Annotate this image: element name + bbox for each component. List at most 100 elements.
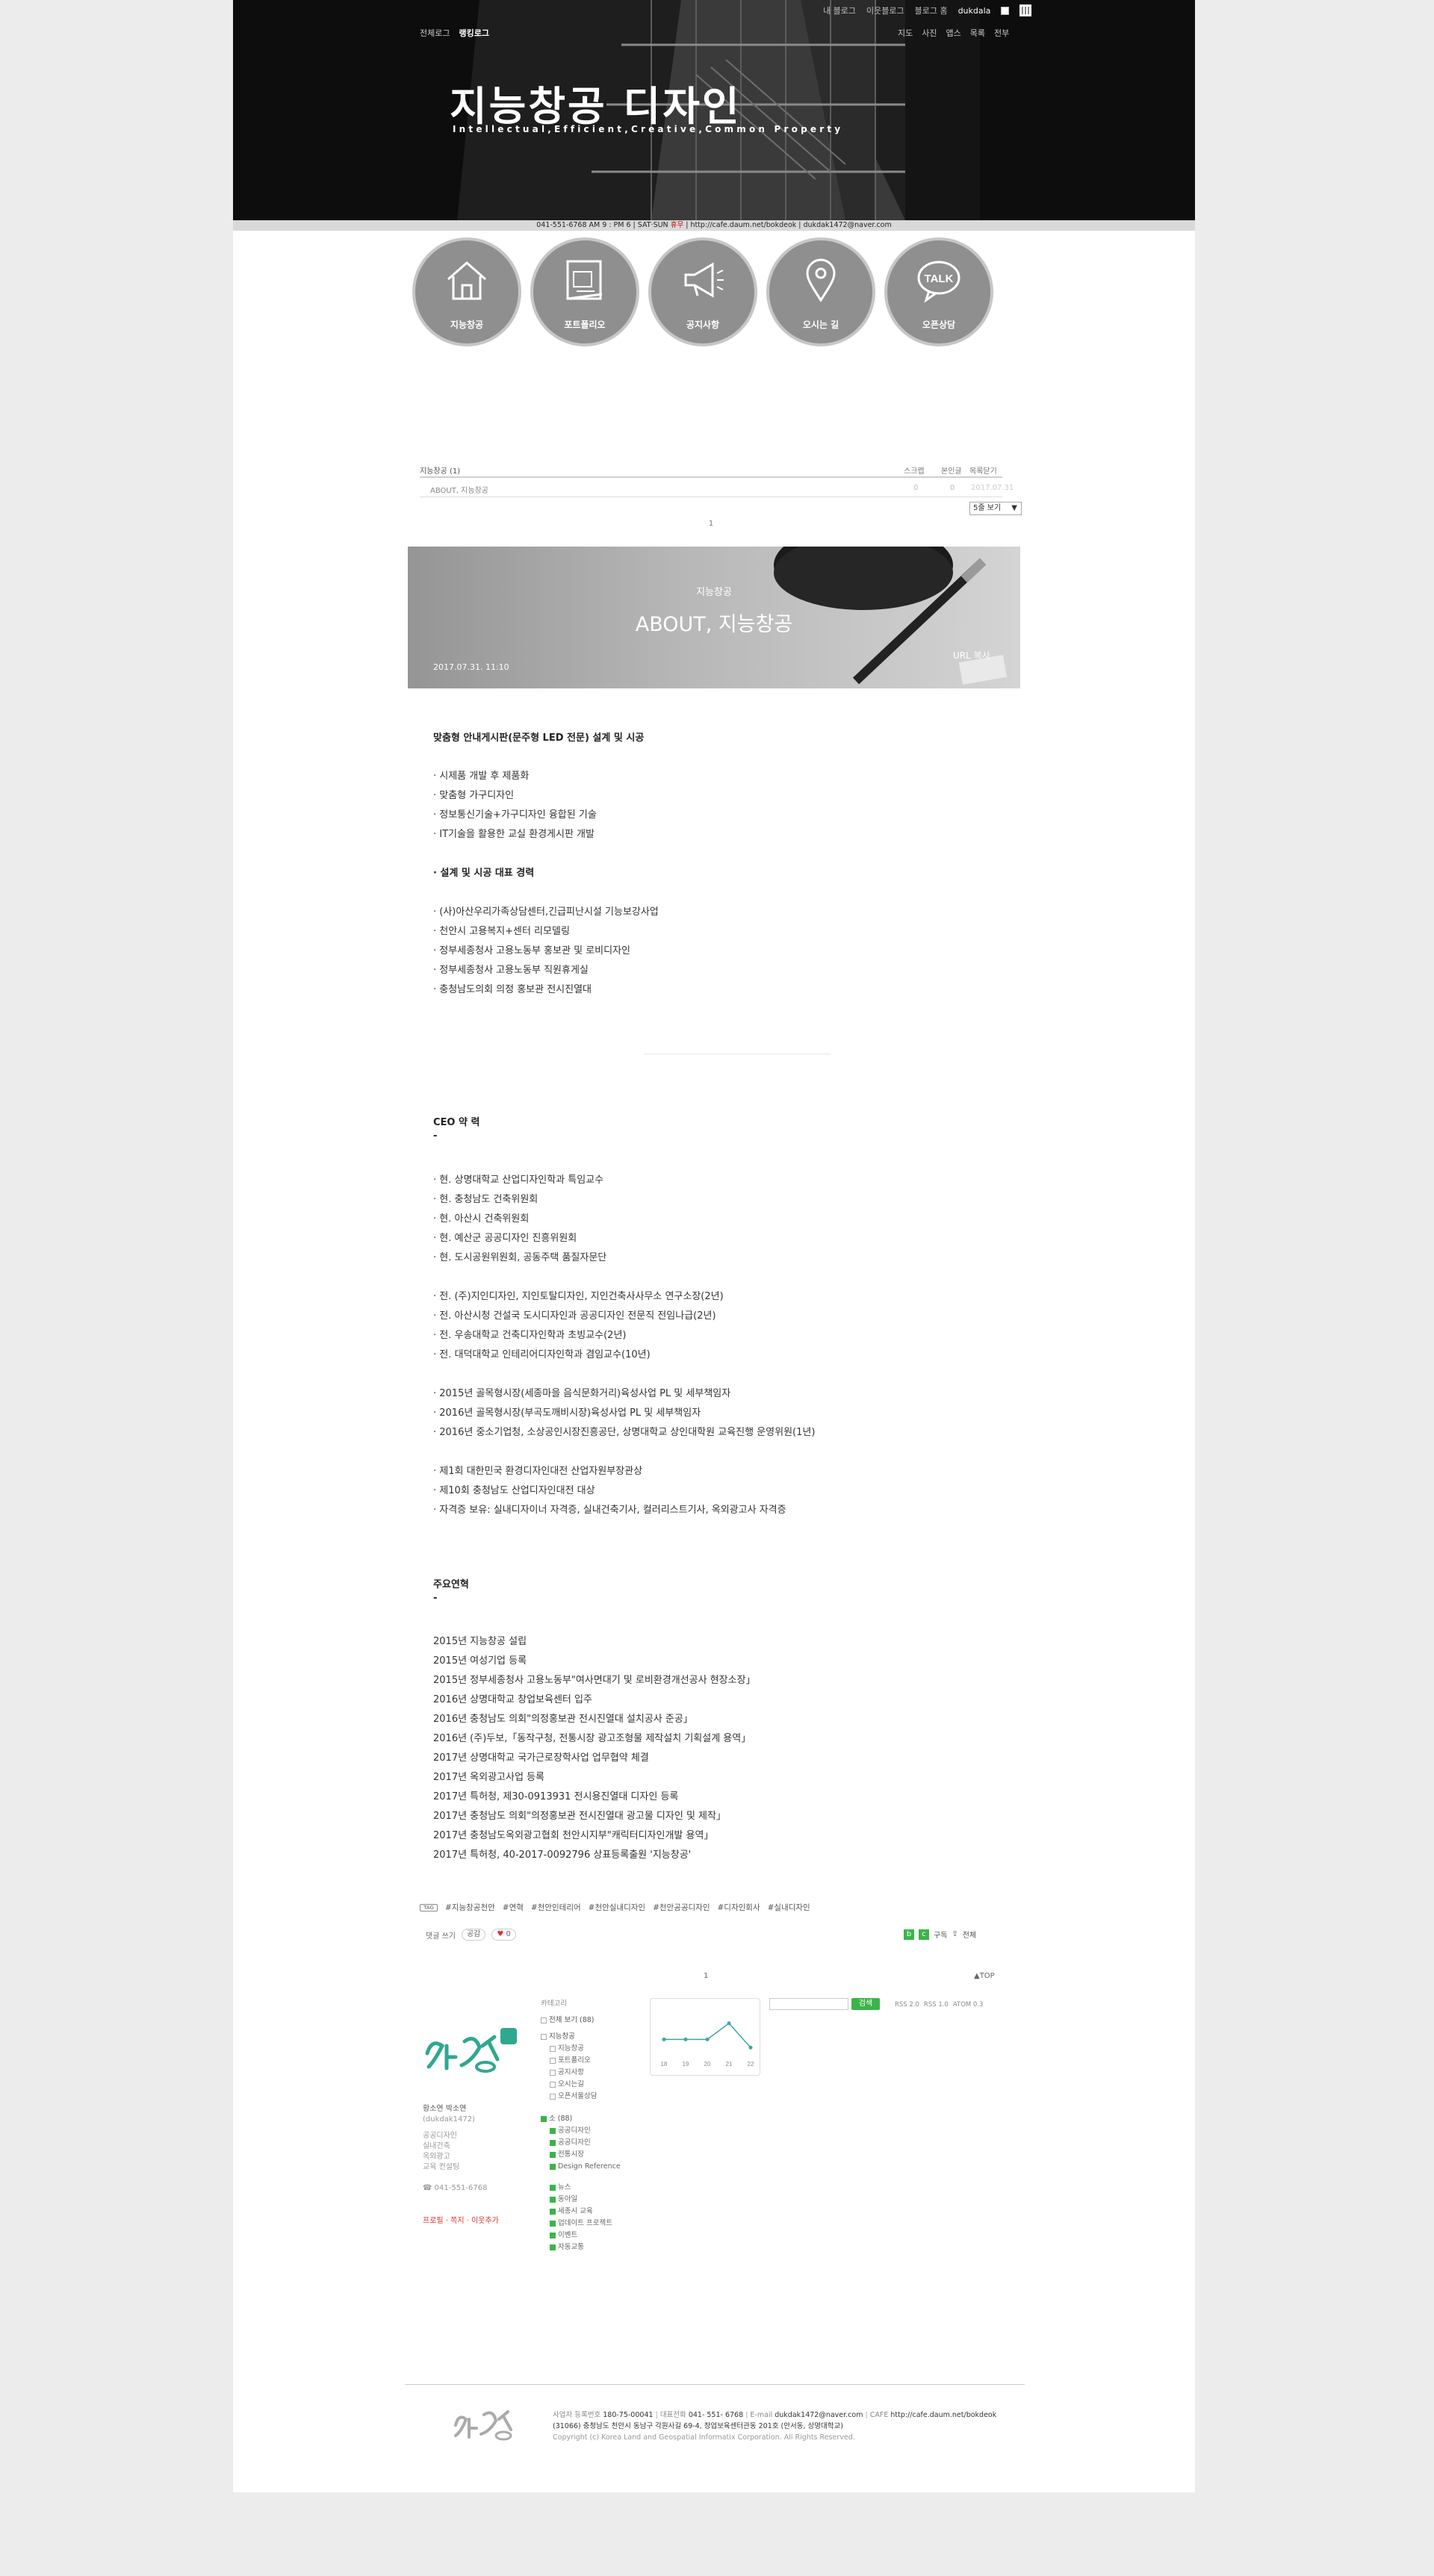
footer-value: 041- 551- 6768 [688,2411,744,2419]
info-email[interactable]: dukdak1472@naver.com [804,221,892,229]
author-id: (dukdak1472) [423,2115,475,2124]
brand-logo[interactable] [420,2016,547,2076]
banner-category[interactable]: 지능창공 [408,584,1020,598]
house-icon [447,261,486,300]
url-copy-button[interactable]: URL 복사 [953,649,990,662]
profile-links[interactable]: 프로필 · 쪽지 · 이웃추가 [423,2216,499,2227]
rss2-link[interactable]: RSS 2.0 [895,2001,919,2009]
empathy-button[interactable]: 공감 [461,1929,486,1941]
tag-item[interactable]: #디자인회사 [718,1902,760,1913]
category-item[interactable]: 뉴스 [541,2182,638,2194]
category-label: 공공디자인 [558,2138,591,2147]
category-label: 뉴스 [558,2183,571,2191]
category-item[interactable]: 업데이트 프로젝트 [541,2218,638,2230]
footer-email[interactable]: dukdak1472@naver.com [775,2411,863,2419]
tag-item[interactable]: #지능창공천안 [445,1902,495,1913]
search-input[interactable] [769,1998,848,2010]
table-row[interactable]: ABOUT, 지능창공 0 0 2017.07.31 [420,478,1014,497]
info-cafe-url[interactable]: http://cafe.daum.net/bokdeok [690,221,796,229]
circle-nav-notice[interactable]: 공지사항 [648,237,757,346]
atom-link[interactable]: ATOM 0.3 [953,2001,984,2009]
menu-map[interactable]: 지도 [898,27,913,39]
view-count-select[interactable]: 5줄 보기 ▼ [969,502,1022,515]
neighbor-blog-link[interactable]: 이웃블로그 [866,4,904,16]
contact-info-bar: 041-551-6768 AM 9 : PM 6 | SAT·SUN 휴무 | … [233,220,1195,231]
like-button[interactable]: ♥ 0 [491,1929,516,1941]
category-label: Design Reference [558,2162,621,2171]
tag-item[interactable]: #천안실내디자인 [589,1902,645,1913]
history-line: 2017년 옥외광고사업 등록 [433,1772,544,1783]
checkbox-icon [550,2163,556,2170]
circle-nav-home[interactable]: 지능창공 [412,237,521,346]
category-item[interactable]: 공지사항 [541,2067,638,2079]
category-item[interactable]: 동아일 [541,2194,638,2206]
row-title[interactable]: ABOUT, 지능창공 [430,484,488,495]
history-line: 2015년 정부세종청사 고용노동부"여사면대기 및 로비환경개선공사 현장소장… [433,1675,756,1686]
blog-subtitle: Intellectual,Efficient,Creative,Common P… [453,124,844,134]
page-number[interactable]: 1 [709,520,713,528]
category-item[interactable]: 자동교통 [541,2241,638,2253]
history-line: 2017년 특허청, 제30-0913931 전시용진열대 디자인 등록 [433,1791,679,1802]
post-list-title[interactable]: 지능창공 (1) [420,464,460,476]
menu-apps[interactable]: 앱스 [946,27,961,39]
category-item[interactable]: 공공디자인 [541,2137,638,2149]
menu-photo[interactable]: 사진 [922,27,937,39]
category-group[interactable]: 지능창공 [541,2031,638,2043]
category-item[interactable]: 포트폴리오 [541,2055,638,2067]
apps-grid-icon[interactable] [1019,4,1032,16]
account-name[interactable]: dukdala [958,6,991,16]
category-all[interactable]: 전체 보기 (88) [541,2015,638,2026]
page-number[interactable]: 1 [704,1972,708,1980]
account-box-icon[interactable] [1001,6,1010,15]
blog-home-link[interactable]: 블로그 홈 [915,4,948,16]
history-line: 2017년 상명대학교 국가근로장학사업 업무협약 체결 [433,1752,649,1764]
checkbox-icon [550,2184,556,2191]
header-menu-right: 지도 사진 앱스 목록 전부 [898,27,1009,39]
category-item[interactable]: 오시는길 [541,2079,638,2091]
circle-nav-directions[interactable]: 오시는 길 [766,237,875,346]
empathy-label: 공감 [466,1930,481,1938]
top-button[interactable]: ▲TOP [974,1972,995,1980]
footer-label: 대표전화 [659,2411,686,2419]
author-tag: 공공디자인 [423,2132,457,2140]
cafe-share-icon[interactable]: c [919,1929,929,1940]
article-line: · 전. 아산시청 건설국 도시디자인과 공공디자인 전문직 전임나급(2년) [433,1310,716,1322]
comment-button[interactable]: 댓글 쓰기 [426,1929,456,1941]
blog-share-icon[interactable]: b [904,1929,914,1940]
menu-all[interactable]: 전부 [994,27,1009,39]
checkbox-icon [550,2093,556,2100]
footer-address: (31066) 충청남도 천안시 동남구 각원사길 69-4, 창업보육센터관동… [553,2422,843,2430]
nav-ranking-log[interactable]: 랭킹로그 [459,27,488,39]
tag-item[interactable]: #천안공공디자인 [653,1902,710,1913]
category-item[interactable]: 세종시 교육 [541,2206,638,2218]
share-all-button[interactable]: 전체 [963,1929,976,1940]
close-list-button[interactable]: 목록닫기 [969,464,997,476]
tag-item[interactable]: #천안인테리어 [531,1902,581,1913]
share-icon[interactable]: ⇪ [952,1930,957,1938]
tag-item[interactable]: #연혁 [503,1902,524,1913]
category-item[interactable]: 지능창공 [541,2043,638,2055]
checkbox-icon [541,2115,547,2122]
category-item[interactable]: 전통시장 [541,2149,638,2161]
category-item[interactable]: Design Reference [541,2161,638,2173]
search-button[interactable]: 검색 [851,1998,880,2010]
view-select-value: 5줄 보기 [973,504,1002,512]
rss1-link[interactable]: RSS 1.0 [924,2001,949,2009]
circle-nav-portfolio[interactable]: 포트폴리오 [530,237,639,346]
category-group[interactable]: 소 (88) [541,2113,638,2125]
nav-all-log[interactable]: 전체로그 [420,27,450,39]
circle-nav-talk[interactable]: TALK 오픈상담 [884,237,993,346]
category-item[interactable]: 이벤트 [541,2230,638,2241]
my-blog-link[interactable]: 내 블로그 [823,4,856,16]
category-label: 업데이트 프로젝트 [558,2219,612,2227]
category-label: 공지사항 [558,2068,584,2076]
menu-list[interactable]: 목록 [970,27,985,39]
subscribe-button[interactable]: 구독 [934,1929,947,1940]
footer-cafe-link[interactable]: http://cafe.daum.net/bokdeok [890,2411,996,2419]
tag-item[interactable]: #실내디자인 [768,1902,810,1913]
category-item[interactable]: 오픈서울상담 [541,2091,638,2103]
category-item[interactable]: 공공디자인 [541,2125,638,2137]
author-name[interactable]: 황소연 박소연 [423,2104,499,2115]
chart-series-line [664,2022,751,2048]
category-label: 소 (88) [549,2115,573,2123]
